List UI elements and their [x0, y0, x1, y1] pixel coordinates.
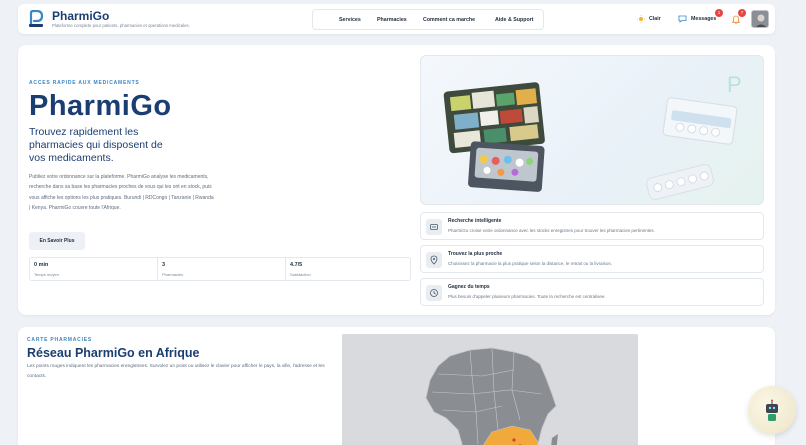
stats-bar: 0 min Temps moyen 3 Pharmacies 4.7/5 Sat… [29, 257, 411, 281]
theme-toggle[interactable]: Clair [637, 15, 661, 23]
hero-description: Publiez votre ordonnance sur la platefor… [29, 174, 214, 211]
stat-avg-time: 0 min Temps moyen [30, 258, 157, 280]
theme-label: Clair [649, 16, 661, 22]
clock-icon [426, 285, 442, 301]
bell-icon[interactable] [732, 15, 740, 24]
robot-icon [766, 399, 778, 421]
map-kicker: CARTE PHARMACIES [27, 337, 93, 343]
hero-subtitle: Trouvez rapidement les pharmacies qui di… [29, 126, 163, 164]
feature-description: PharmiGo croise votre ordonnance avec le… [448, 228, 655, 233]
messages-button[interactable]: Messages [678, 15, 716, 23]
brand-tagline: Plateforme complete pour patients, pharm… [52, 23, 190, 28]
messages-label: Messages [691, 16, 717, 22]
stat-satisfaction: 4.7/5 Satisfaction [286, 258, 411, 280]
map-title: Réseau PharmiGo en Afrique [27, 346, 200, 360]
stat-value: 4.7/5 [290, 262, 303, 268]
user-avatar[interactable] [751, 10, 769, 28]
feature-title: Gagnez du temps [448, 284, 490, 290]
svg-text:P: P [727, 72, 742, 97]
learn-more-button[interactable]: En Savoir Plus [29, 232, 85, 250]
chatbot-button[interactable] [748, 386, 796, 434]
pharmigo-logo-icon[interactable] [28, 10, 44, 28]
stat-value: 3 [162, 262, 166, 268]
feature-title: Trouvez la plus proche [448, 251, 503, 257]
messages-badge: 1 [715, 9, 723, 17]
hero-section: ACCES RAPIDE AUX MEDICAMENTS PharmiGo Tr… [18, 45, 775, 315]
feature-card-save-time[interactable]: Gagnez du temps Plus besoin d'appeler pl… [420, 278, 764, 306]
user-photo-icon [752, 11, 768, 27]
main-nav: Services Pharmacies Comment ca marche Ai… [312, 9, 544, 30]
stat-label: Pharmacies [162, 272, 184, 277]
stat-label: Temps moyen [34, 272, 59, 277]
map-description: Les points rouges indiquent les pharmaci… [27, 364, 325, 379]
top-header: PharmiGo Plateforme complete pour patien… [18, 4, 775, 34]
hero-kicker: ACCES RAPIDE AUX MEDICAMENTS [29, 80, 140, 86]
nav-services[interactable]: Services [339, 17, 361, 23]
chat-bubble-icon [678, 15, 687, 23]
stat-label: Satisfaction [290, 272, 311, 277]
location-pin-icon [426, 252, 442, 268]
nav-help-support[interactable]: Aide & Support [495, 17, 534, 23]
feature-title: Recherche intelligente [448, 218, 502, 224]
stat-pharmacies: 3 Pharmacies [158, 258, 285, 280]
sun-icon [637, 15, 645, 23]
notifications-badge: 7 [738, 9, 746, 17]
nav-how-it-works[interactable]: Comment ca marche [423, 17, 475, 23]
brain-icon [426, 219, 442, 235]
brand-name[interactable]: PharmiGo [52, 9, 109, 23]
africa-map-graphic [342, 334, 638, 445]
feature-card-nearest[interactable]: Trouvez la plus proche Choisissez la pha… [420, 245, 764, 273]
nav-pharmacies[interactable]: Pharmacies [377, 17, 407, 23]
hero-title: PharmiGo [29, 90, 172, 122]
feature-description: Plus besoin d'appeler plusieurs pharmaci… [448, 294, 606, 299]
africa-map[interactable] [342, 334, 638, 445]
feature-description: Choisissez la pharmacie la plus pratique… [448, 261, 613, 266]
stat-value: 0 min [34, 262, 49, 268]
medications-image: P [443, 72, 742, 200]
map-section: CARTE PHARMACIES Réseau PharmiGo en Afri… [18, 327, 775, 445]
hero-illustration: P [420, 55, 764, 205]
feature-card-smart-search[interactable]: Recherche intelligente PharmiGo croise v… [420, 212, 764, 240]
